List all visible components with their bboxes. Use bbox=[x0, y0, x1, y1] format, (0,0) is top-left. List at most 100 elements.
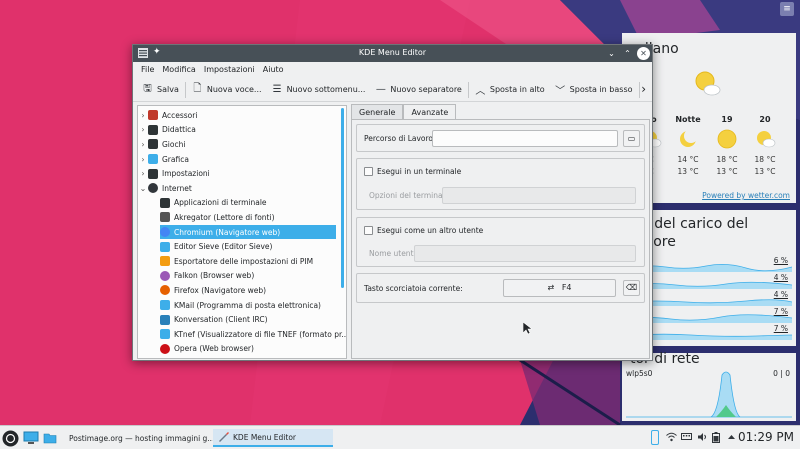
workdir-input[interactable] bbox=[432, 130, 618, 147]
tree-item[interactable]: Applicazioni di terminale bbox=[160, 196, 336, 211]
tree-scrollbar[interactable] bbox=[341, 108, 344, 288]
new-submenu-button[interactable]: ☰ Nuovo sottomenu... bbox=[267, 80, 371, 100]
battery-icon[interactable] bbox=[712, 432, 720, 446]
chevron-right-icon[interactable]: › bbox=[138, 155, 148, 164]
window-titlebar[interactable]: ✦ KDE Menu Editor ⌄ ⌃ ✕ bbox=[133, 45, 652, 62]
maximize-button[interactable]: ⌃ bbox=[621, 47, 634, 60]
menubar: File Modifica Impostazioni Aiuto bbox=[133, 62, 652, 78]
shortcut-group: Tasto scorciatoia corrente: ⇄ F4 ⌫ bbox=[356, 273, 645, 303]
tab-general[interactable]: Generale bbox=[351, 104, 404, 120]
tree-item-label: Akregator (Lettore di fonti) bbox=[174, 212, 275, 222]
username-input[interactable] bbox=[414, 245, 636, 262]
folder-icon: ▭ bbox=[627, 134, 636, 143]
tree-item[interactable]: ⌄ Internet bbox=[138, 181, 336, 196]
chevron-right-icon[interactable]: › bbox=[138, 111, 148, 120]
chevron-right-icon[interactable]: › bbox=[138, 125, 148, 134]
save-button[interactable]: 🖫 Salva bbox=[137, 80, 184, 100]
volume-icon[interactable] bbox=[697, 432, 708, 445]
tree-item[interactable]: Opera (Web browser) bbox=[160, 342, 336, 357]
run-as-other-user-label[interactable]: Esegui come un altro utente bbox=[377, 226, 483, 235]
minimize-button[interactable]: ⌄ bbox=[605, 47, 618, 60]
weather-provider-link[interactable]: Powered by wetter.com bbox=[702, 191, 790, 200]
clear-shortcut-button[interactable]: ⌫ bbox=[623, 280, 640, 296]
task-kde-menu-editor[interactable]: KDE Menu Editor bbox=[213, 429, 333, 447]
tab-advanced[interactable]: Avanzate bbox=[403, 104, 457, 120]
tree-item[interactable]: Chromium (Navigatore web) bbox=[160, 224, 336, 240]
other-user-group: Esegui come un altro utente Nome utente: bbox=[356, 217, 645, 267]
tree-item[interactable]: Konversation (Client IRC) bbox=[160, 312, 336, 327]
separator-icon: — bbox=[375, 84, 386, 95]
tree-item[interactable]: Firefox (Navigatore web) bbox=[160, 283, 336, 298]
run-in-terminal-label[interactable]: Esegui in un terminale bbox=[377, 167, 461, 176]
tree-item-label: Esportatore delle impostazioni di PIM bbox=[174, 256, 314, 266]
partly-cloudy-icon bbox=[757, 131, 776, 148]
konversation-icon bbox=[160, 314, 170, 325]
shortcut-icon: ⇄ bbox=[547, 283, 555, 292]
tree-item-label: Falkon (Browser web) bbox=[174, 271, 255, 281]
chevron-up-icon: ︿ bbox=[475, 86, 486, 97]
launcher-icon bbox=[2, 430, 19, 446]
menu-file[interactable]: File bbox=[137, 62, 158, 78]
tree-item[interactable]: › Grafica bbox=[138, 152, 336, 167]
desktop-toolbox-button[interactable]: ≡ bbox=[780, 2, 794, 16]
tree-item[interactable]: › Impostazioni bbox=[138, 166, 336, 181]
move-down-button[interactable]: ﹀ Sposta in basso bbox=[550, 80, 638, 100]
menu-help[interactable]: Aiuto bbox=[259, 62, 288, 78]
chevron-right-icon[interactable]: › bbox=[138, 169, 148, 178]
tree-item-label: Opera (Web browser) bbox=[174, 344, 254, 354]
move-up-button[interactable]: ︿ Sposta in alto bbox=[470, 80, 550, 100]
tree-item-label: Impostazioni bbox=[162, 169, 210, 179]
new-item-button[interactable]: 🗋 Nuova voce... bbox=[187, 80, 267, 100]
tree-item[interactable]: › Accessori bbox=[138, 108, 336, 123]
application-launcher-button[interactable] bbox=[2, 429, 20, 447]
forecast-day-3: 19 18 °C 13 °C bbox=[716, 115, 738, 176]
keyboard-icon[interactable] bbox=[681, 432, 692, 445]
network-monitor-widget: tor di rete wlp5s0 0 | 0 bbox=[622, 351, 796, 421]
show-desktop-button[interactable] bbox=[23, 429, 39, 447]
tree-item-label: Accessori bbox=[162, 110, 198, 120]
chromium-icon bbox=[160, 227, 170, 238]
task-postimage[interactable]: Postimage.org — hosting immagini g... bbox=[61, 429, 214, 447]
tree-item[interactable]: Akregator (Lettore di fonti) bbox=[160, 210, 336, 225]
accessories-icon bbox=[148, 110, 158, 121]
tray-expand-icon[interactable] bbox=[727, 432, 736, 445]
tree-item-label: KMail (Programma di posta elettronica) bbox=[174, 300, 321, 310]
shortcut-button[interactable]: ⇄ F4 bbox=[503, 279, 616, 297]
tree-item[interactable]: KMail (Programma di posta elettronica) bbox=[160, 298, 336, 313]
close-button[interactable]: ✕ bbox=[637, 47, 650, 60]
toolbar-overflow-chevron-icon[interactable]: › bbox=[641, 82, 646, 96]
new-separator-button[interactable]: — Nuovo separatore bbox=[370, 80, 466, 100]
network-graph bbox=[626, 371, 792, 418]
partly-cloudy-icon bbox=[695, 71, 721, 96]
tree-item[interactable]: Editor Sieve (Editor Sieve) bbox=[160, 239, 336, 254]
tree-item[interactable]: KTnef (Visualizzatore di file TNEF (form… bbox=[160, 327, 346, 342]
clock[interactable]: 01:29 PM bbox=[738, 430, 794, 444]
phone-icon[interactable] bbox=[651, 430, 659, 448]
tree-item[interactable]: Esportatore delle impostazioni di PIM bbox=[160, 254, 336, 269]
tree-item-label: Applicazioni di terminale bbox=[174, 198, 267, 208]
toolbar-separator bbox=[638, 81, 640, 98]
menu-settings[interactable]: Impostazioni bbox=[200, 62, 259, 78]
menu-edit[interactable]: Modifica bbox=[158, 62, 199, 78]
run-as-other-user-checkbox[interactable] bbox=[364, 226, 373, 235]
tree-item[interactable]: Falkon (Browser web) bbox=[160, 269, 336, 284]
internet-icon bbox=[148, 183, 158, 194]
tree-item[interactable]: › Giochi bbox=[138, 137, 336, 152]
forecast-day-2: Notte 14 °C 13 °C bbox=[675, 115, 701, 176]
terminal-options-input[interactable] bbox=[442, 187, 636, 204]
chevron-down-icon[interactable]: ⌄ bbox=[138, 184, 148, 193]
education-icon bbox=[148, 124, 158, 135]
wifi-icon[interactable] bbox=[666, 432, 677, 445]
browse-folder-button[interactable]: ▭ bbox=[623, 130, 640, 147]
ktnef-icon bbox=[160, 329, 170, 340]
tree-item[interactable]: › Didattica bbox=[138, 123, 336, 138]
tree-item[interactable]: qBittorrent (Client BitTorrent) bbox=[160, 356, 336, 358]
menu-tree[interactable]: › Accessori › Didattica › Giochi › Grafica › Impo… bbox=[137, 105, 347, 359]
run-in-terminal-checkbox[interactable] bbox=[364, 167, 373, 176]
tree-item-label: Internet bbox=[162, 183, 192, 193]
falkon-icon bbox=[160, 270, 170, 281]
sieve-icon bbox=[160, 241, 170, 252]
file-manager-launcher[interactable] bbox=[43, 429, 57, 447]
sun-icon bbox=[717, 129, 737, 149]
chevron-right-icon[interactable]: › bbox=[138, 140, 148, 149]
